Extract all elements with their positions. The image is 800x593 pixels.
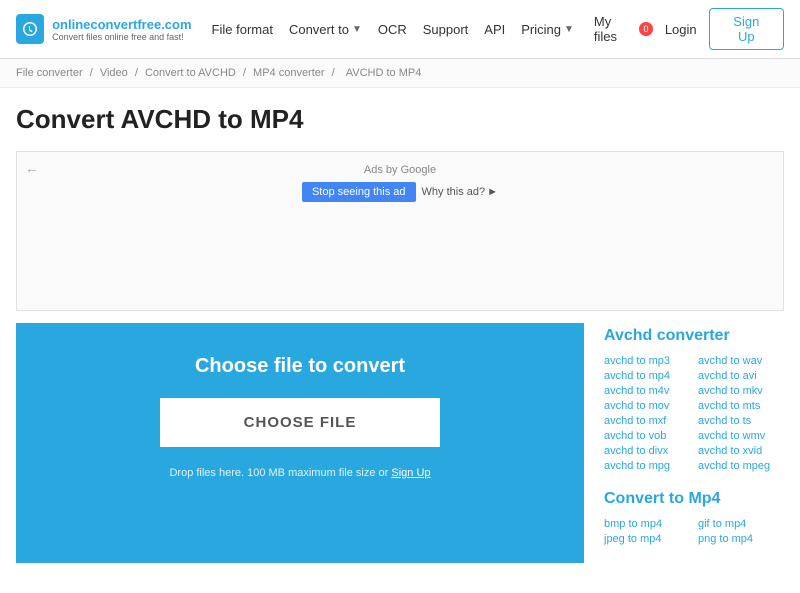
why-this-ad-link[interactable]: Why this ad? ► [422, 186, 498, 198]
header-right: My files 0 Login Sign Up [594, 8, 784, 50]
sidebar-link[interactable]: avchd to xvid [698, 445, 784, 457]
sidebar-avchd-title: Avchd converter [604, 327, 784, 345]
breadcrumb-sep-2: / [135, 67, 138, 79]
nav-support[interactable]: Support [423, 22, 469, 37]
nav-api[interactable]: API [484, 22, 505, 37]
sidebar-link[interactable]: avchd to divx [604, 445, 690, 457]
stop-seeing-ad-button[interactable]: Stop seeing this ad [302, 182, 416, 202]
sidebar-link[interactable]: avchd to m4v [604, 385, 690, 397]
ad-buttons: Stop seeing this ad Why this ad? ► [302, 182, 498, 202]
sidebar-link[interactable]: avchd to mov [604, 400, 690, 412]
logo-icon[interactable] [16, 14, 44, 44]
nav-menu: File format Convert to ▼ OCR Support API… [212, 22, 574, 37]
sidebar-avchd-links: avchd to mp3 avchd to wav avchd to mp4 avch… [604, 355, 784, 472]
breadcrumb: File converter / Video / Convert to AVCH… [0, 59, 800, 88]
drop-info: Drop files here. 100 MB maximum file siz… [169, 467, 430, 479]
sidebar-link[interactable]: avchd to mpeg [698, 460, 784, 472]
ad-back-arrow[interactable]: ← [25, 160, 39, 176]
sidebar-link[interactable]: avchd to mxf [604, 415, 690, 427]
login-link[interactable]: Login [665, 22, 697, 37]
sidebar-link[interactable]: png to mp4 [698, 533, 784, 545]
breadcrumb-sep-3: / [243, 67, 246, 79]
sidebar: Avchd converter avchd to mp3 avchd to wav… [584, 323, 784, 563]
breadcrumb-sep-4: / [332, 67, 335, 79]
page-title: Convert AVCHD to MP4 [16, 104, 784, 135]
sidebar-mp4-title: Convert to Mp4 [604, 490, 784, 508]
nav-ocr[interactable]: OCR [378, 22, 407, 37]
sidebar-link[interactable]: avchd to avi [698, 370, 784, 382]
breadcrumb-convert-to-avchd[interactable]: Convert to AVCHD [145, 67, 236, 79]
ad-area: ← Ads by Google Stop seeing this ad Why … [16, 151, 784, 311]
page-title-area: Convert AVCHD to MP4 [0, 88, 800, 143]
convert-to-arrow: ▼ [352, 24, 362, 35]
sidebar-link[interactable]: avchd to mp4 [604, 370, 690, 382]
my-files-link[interactable]: My files 0 [594, 14, 653, 44]
main-content: Choose file to convert CHOOSE FILE Drop … [0, 323, 800, 563]
logo-subtitle: Convert files online free and fast! [52, 32, 191, 42]
nav-convert-to[interactable]: Convert to ▼ [289, 22, 362, 37]
ads-by-google-label: Ads by Google [364, 164, 436, 176]
sidebar-link[interactable]: avchd to mpg [604, 460, 690, 472]
sidebar-link[interactable]: avchd to wav [698, 355, 784, 367]
sidebar-link[interactable]: avchd to vob [604, 430, 690, 442]
logo-title: onlineconvertfree.com [52, 17, 191, 32]
my-files-label: My files [594, 14, 637, 44]
breadcrumb-mp4-converter[interactable]: MP4 converter [253, 67, 325, 79]
breadcrumb-video[interactable]: Video [100, 67, 128, 79]
drop-text: Drop files here. 100 MB maximum file siz… [169, 467, 388, 479]
sign-up-link[interactable]: Sign Up [391, 467, 430, 479]
sidebar-link[interactable]: avchd to ts [698, 415, 784, 427]
sidebar-link[interactable]: jpeg to mp4 [604, 533, 690, 545]
header: onlineconvertfree.com Convert files onli… [0, 0, 800, 59]
sidebar-link[interactable]: avchd to mkv [698, 385, 784, 397]
breadcrumb-current: AVCHD to MP4 [346, 67, 422, 79]
signup-button[interactable]: Sign Up [709, 8, 784, 50]
why-ad-label: Why this ad? [422, 186, 486, 198]
sidebar-link[interactable]: avchd to mts [698, 400, 784, 412]
sidebar-mp4-links: bmp to mp4 gif to mp4 jpeg to mp4 png to mp… [604, 518, 784, 545]
nav-pricing[interactable]: Pricing ▼ [521, 22, 574, 37]
why-ad-arrow: ► [487, 186, 498, 198]
logo-area: onlineconvertfree.com Convert files onli… [16, 14, 192, 44]
sidebar-link[interactable]: bmp to mp4 [604, 518, 690, 530]
logo-text: onlineconvertfree.com Convert files onli… [52, 17, 191, 42]
my-files-badge: 0 [639, 22, 653, 36]
sidebar-link[interactable]: gif to mp4 [698, 518, 784, 530]
pricing-arrow: ▼ [564, 24, 574, 35]
converter-title: Choose file to convert [195, 355, 405, 378]
sidebar-link[interactable]: avchd to mp3 [604, 355, 690, 367]
choose-file-button[interactable]: CHOOSE FILE [160, 398, 440, 447]
converter-box: Choose file to convert CHOOSE FILE Drop … [16, 323, 584, 563]
breadcrumb-sep-1: / [90, 67, 93, 79]
sidebar-link[interactable]: avchd to wmv [698, 430, 784, 442]
nav-file-format[interactable]: File format [212, 22, 273, 37]
breadcrumb-file-converter[interactable]: File converter [16, 67, 83, 79]
